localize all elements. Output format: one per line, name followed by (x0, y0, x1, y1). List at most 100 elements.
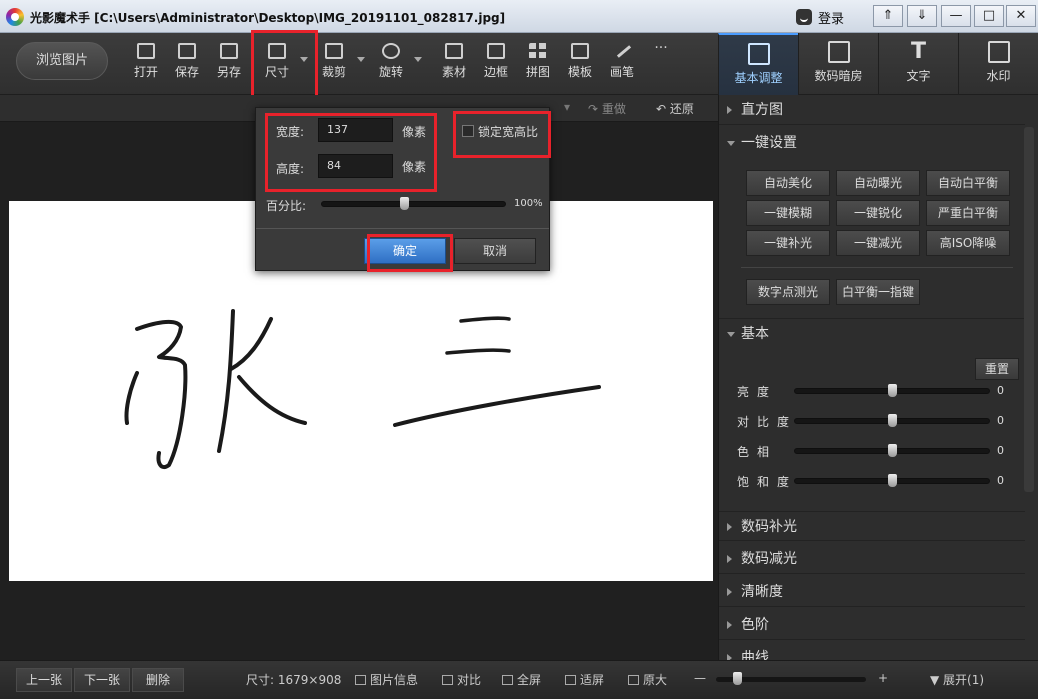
panel-tabs: 基本调整 数码暗房 T 文字 水印 (718, 33, 1038, 95)
rotate-dropdown-icon[interactable] (414, 57, 422, 62)
oneclick-reduce-light-button[interactable]: 一键减光 (836, 230, 920, 256)
crop-button[interactable]: 裁剪 (314, 43, 354, 85)
open-button[interactable]: 打开 (126, 43, 166, 85)
section-curves[interactable]: 曲线 (719, 643, 1025, 660)
compare-button[interactable]: 对比 (442, 671, 481, 688)
text-icon: T (910, 39, 926, 64)
restore-button[interactable]: ↶ 还原 (656, 100, 694, 117)
tab-watermark[interactable]: 水印 (958, 33, 1038, 95)
material-button[interactable]: 素材 (434, 43, 474, 85)
panel-scrollbar[interactable] (1024, 127, 1034, 492)
hue-label: 色相 (737, 445, 778, 459)
contrast-value: 0 (997, 414, 1004, 427)
collage-button[interactable]: 拼图 (518, 43, 558, 85)
title-bar: 光影魔术手 [C:\Users\Administrator\Desktop\IM… (0, 0, 1038, 33)
brush-button[interactable]: 画笔 (602, 43, 642, 85)
tab-basic-adjust[interactable]: 基本调整 (718, 33, 798, 95)
saturation-label: 饱和度 (737, 475, 798, 489)
prev-image-button[interactable]: 上一张 (16, 668, 72, 692)
auto-beautify-button[interactable]: 自动美化 (746, 170, 830, 196)
section-levels[interactable]: 色阶 (719, 610, 1025, 640)
original-size-icon (628, 675, 639, 685)
browse-images-button[interactable]: 浏览图片 (16, 42, 108, 80)
minimize-button[interactable]: — (941, 5, 971, 27)
section-clarity[interactable]: 清晰度 (719, 577, 1025, 607)
percent-label: 百分比: (266, 199, 307, 213)
original-size-button[interactable]: 原大 (628, 671, 667, 688)
expand-arrow-icon (727, 555, 732, 563)
fit-screen-icon (565, 675, 576, 685)
expand-arrow-icon (727, 523, 732, 531)
template-icon (571, 43, 589, 59)
hue-slider-thumb[interactable] (888, 444, 897, 457)
delete-image-button[interactable]: 删除 (132, 668, 184, 692)
section-histogram[interactable]: 直方图 (719, 95, 1025, 125)
oneclick-blur-button[interactable]: 一键模糊 (746, 200, 830, 226)
login-label: 登录 (818, 11, 845, 27)
skin-up-button[interactable]: ⇑ (873, 5, 903, 27)
border-button[interactable]: 边框 (476, 43, 516, 85)
brightness-slider-thumb[interactable] (888, 384, 897, 397)
rotate-button[interactable]: 旋转 (371, 43, 411, 85)
tab-digital-darkroom[interactable]: 数码暗房 (798, 33, 878, 95)
section-oneclick[interactable]: 一键设置 (719, 128, 1025, 158)
watermark-icon (987, 41, 1010, 63)
oneclick-sharpen-button[interactable]: 一键锐化 (836, 200, 920, 226)
white-balance-pick-button[interactable]: 白平衡一指键 (836, 279, 920, 305)
save-button[interactable]: 保存 (167, 43, 207, 85)
more-tools-button[interactable]: ··· (641, 40, 681, 85)
fit-screen-button[interactable]: 适屏 (565, 671, 604, 688)
section-digital-fill-light[interactable]: 数码补光 (719, 511, 1025, 541)
redo-button[interactable]: ↷ 重做 (588, 100, 626, 117)
save-as-icon (220, 43, 238, 59)
percent-slider[interactable] (321, 201, 506, 207)
status-bar: 上一张 下一张 删除 尺寸: 1679×908 图片信息 对比 全屏 适屏 原大… (0, 660, 1038, 699)
high-iso-denoise-button[interactable]: 高ISO降噪 (926, 230, 1010, 256)
panel-divider (741, 267, 1013, 268)
zoom-slider-thumb[interactable] (733, 672, 742, 685)
spot-metering-button[interactable]: 数字点测光 (746, 279, 830, 305)
image-size-text: 尺寸: 1679×908 (246, 673, 342, 687)
rotate-icon (382, 43, 400, 59)
window-title: 光影魔术手 [C:\Users\Administrator\Desktop\IM… (30, 11, 506, 25)
auto-exposure-button[interactable]: 自动曝光 (836, 170, 920, 196)
tab-text[interactable]: T 文字 (878, 33, 958, 95)
brightness-value: 0 (997, 384, 1004, 397)
reset-button[interactable]: 重置 (975, 358, 1019, 380)
maximize-button[interactable]: □ (974, 5, 1004, 27)
contrast-slider-thumb[interactable] (888, 414, 897, 427)
section-basic[interactable]: 基本 (719, 318, 1025, 348)
brightness-label: 亮度 (737, 385, 778, 399)
percent-value: 100% (514, 198, 543, 209)
strong-white-balance-button[interactable]: 严重白平衡 (926, 200, 1010, 226)
border-icon (487, 43, 505, 59)
template-button[interactable]: 模板 (560, 43, 600, 85)
crop-dropdown-icon[interactable] (357, 57, 365, 62)
auto-white-balance-button[interactable]: 自动白平衡 (926, 170, 1010, 196)
zoom-out-button[interactable]: — (694, 671, 706, 685)
close-button[interactable]: ✕ (1006, 5, 1036, 27)
saturation-slider-thumb[interactable] (888, 474, 897, 487)
percent-slider-thumb[interactable] (400, 197, 410, 210)
oneclick-fill-light-button[interactable]: 一键补光 (746, 230, 830, 256)
login-button[interactable]: 登录 (796, 6, 844, 28)
camera-icon (827, 41, 850, 63)
image-info-button[interactable]: 图片信息 (355, 671, 418, 688)
next-image-button[interactable]: 下一张 (74, 668, 130, 692)
save-as-button[interactable]: 另存 (209, 43, 249, 85)
cancel-button[interactable]: 取消 (454, 238, 536, 264)
undo-dropdown-icon[interactable]: ▾ (564, 100, 570, 114)
zoom-in-button[interactable]: + (878, 671, 888, 685)
more-icon: ··· (654, 40, 668, 56)
expand-button[interactable]: ▼ 展开(1) (930, 671, 984, 688)
open-icon (137, 43, 155, 59)
contrast-label: 对比度 (737, 415, 798, 429)
fullscreen-icon (502, 675, 513, 685)
menu-button[interactable]: ⇓ (907, 5, 937, 27)
section-digital-reduce-light[interactable]: 数码减光 (719, 544, 1025, 574)
fullscreen-button[interactable]: 全屏 (502, 671, 541, 688)
edit-icon (747, 43, 770, 65)
expand-arrow-icon (727, 588, 732, 596)
user-icon (796, 9, 812, 25)
app-logo-icon (6, 8, 24, 26)
